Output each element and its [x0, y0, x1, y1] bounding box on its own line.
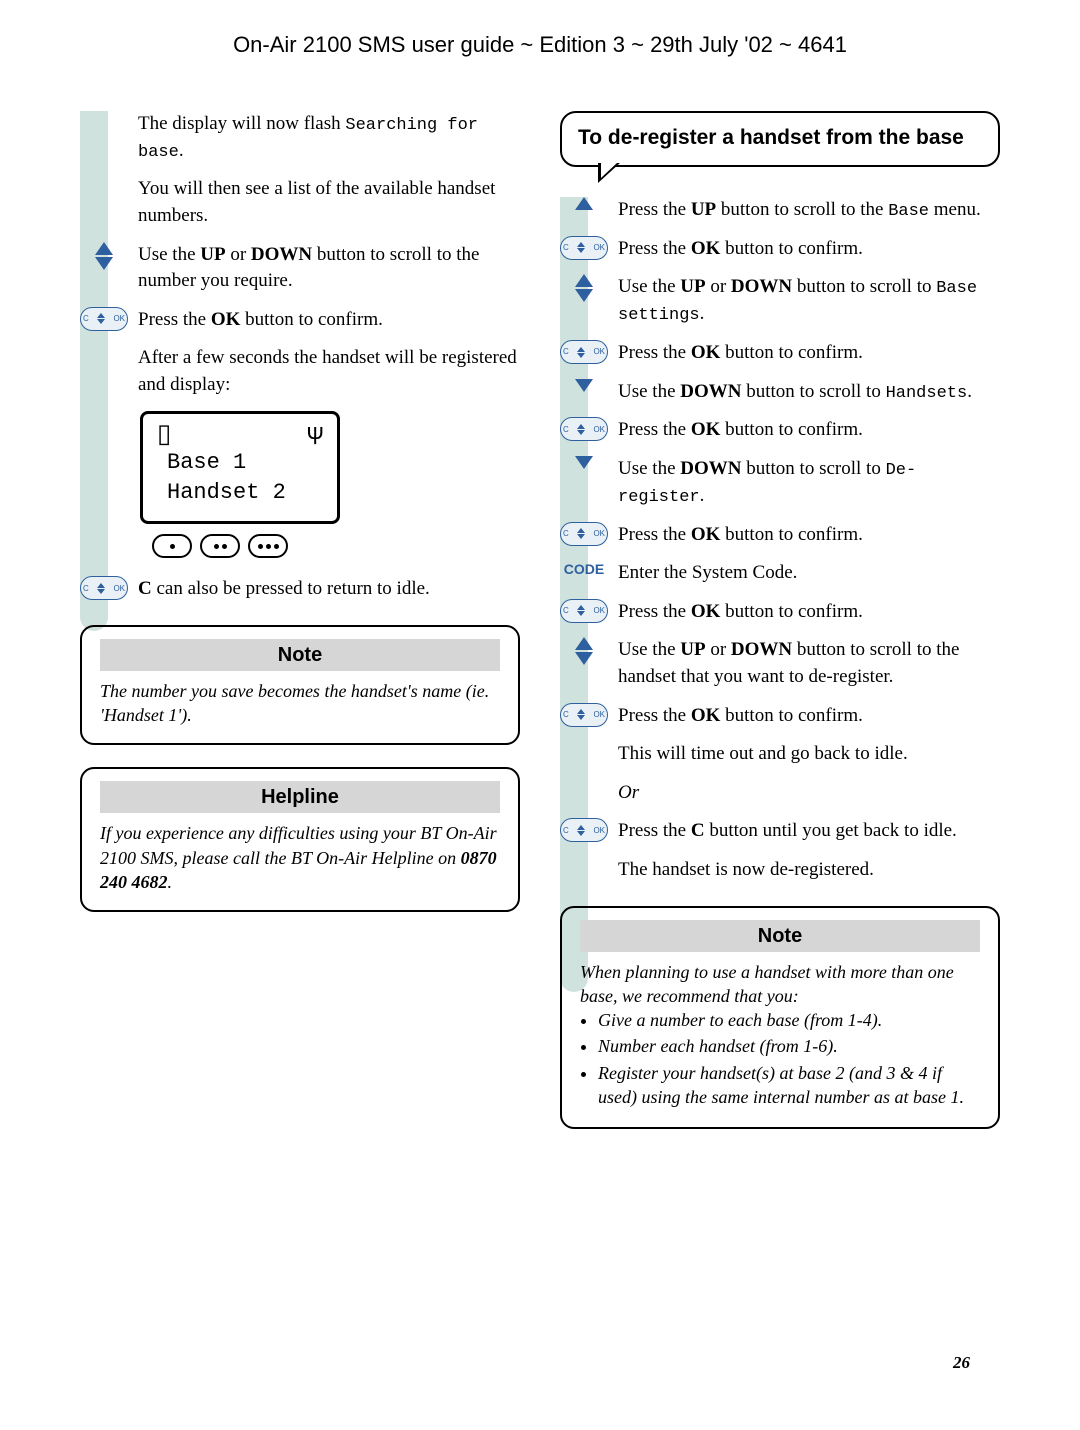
down-icon: [560, 456, 608, 469]
step-10: Press the OK button to confirm.: [618, 599, 1000, 626]
note-body-right: When planning to use a handset with more…: [580, 960, 980, 1110]
right-column: To de-register a handset from the base P…: [560, 111, 1000, 1130]
step-15: Press the C button until you get back to…: [618, 818, 1000, 845]
ok-button-icon: COK: [560, 236, 608, 260]
step-2: Press the OK button to confirm.: [618, 236, 1000, 263]
page-header: On-Air 2100 SMS user guide ~ Edition 3 ~…: [80, 30, 1000, 61]
updown-icon: [560, 274, 608, 302]
note-heading: Note: [100, 639, 500, 671]
step-13: This will time out and go back to idle.: [618, 741, 1000, 768]
callout-box: To de-register a handset from the base: [560, 111, 1000, 167]
updown-icon: [80, 242, 128, 270]
step-12: Press the OK button to confirm.: [618, 703, 1000, 730]
para-registered: After a few seconds the handset will be …: [138, 345, 520, 398]
para-press-ok-1: Press the OK button to confirm.: [138, 307, 520, 334]
step-9: Enter the System Code.: [618, 560, 1000, 587]
para-searching: The display will now flash Searching for…: [138, 111, 520, 165]
note-box-left: Note The number you save becomes the han…: [80, 625, 520, 746]
page-number: 26: [953, 1351, 970, 1375]
step-7: Use the DOWN button to scroll to De-regi…: [618, 456, 1000, 510]
step-16: The handset is now de-registered.: [618, 857, 1000, 884]
step-6: Press the OK button to confirm.: [618, 417, 1000, 444]
ok-button-icon: COK: [560, 522, 608, 546]
ok-button-icon: COK: [80, 576, 128, 600]
antenna-icon: Ψ: [307, 424, 323, 450]
ok-button-icon: COK: [560, 818, 608, 842]
updown-icon: [560, 637, 608, 665]
down-icon: [560, 379, 608, 392]
dot-indicators: [152, 534, 520, 558]
ok-button-icon: COK: [560, 340, 608, 364]
note-heading-right: Note: [580, 920, 980, 952]
note-body: The number you save becomes the handset'…: [100, 679, 500, 728]
step-3: Use the UP or DOWN button to scroll to B…: [618, 274, 1000, 328]
left-column: The display will now flash Searching for…: [80, 111, 520, 1130]
helpline-box: Helpline If you experience any difficult…: [80, 767, 520, 912]
helpline-heading: Helpline: [100, 781, 500, 813]
ok-button-icon: COK: [560, 599, 608, 623]
para-available-numbers: You will then see a list of the availabl…: [138, 176, 520, 229]
ok-button-icon: COK: [560, 703, 608, 727]
lcd-display: ▯Ψ Base 1 Handset 2: [80, 411, 520, 559]
step-11: Use the UP or DOWN button to scroll to t…: [618, 637, 1000, 690]
helpline-body: If you experience any difficulties using…: [100, 821, 500, 894]
step-8: Press the OK button to confirm.: [618, 522, 1000, 549]
note-box-right: Note When planning to use a handset with…: [560, 906, 1000, 1130]
step-1: Press the UP button to scroll to the Bas…: [618, 197, 1000, 224]
para-c-return: C can also be pressed to return to idle.: [138, 576, 520, 603]
code-label: CODE: [560, 560, 608, 580]
para-scroll-number: Use the UP or DOWN button to scroll to t…: [138, 242, 520, 295]
ok-button-icon: COK: [80, 307, 128, 331]
step-4: Press the OK button to confirm.: [618, 340, 1000, 367]
battery-icon: ▯: [157, 422, 171, 448]
step-5: Use the DOWN button to scroll to Handset…: [618, 379, 1000, 406]
ok-button-icon: COK: [560, 417, 608, 441]
step-or: Or: [618, 780, 1000, 807]
up-icon: [560, 197, 608, 210]
